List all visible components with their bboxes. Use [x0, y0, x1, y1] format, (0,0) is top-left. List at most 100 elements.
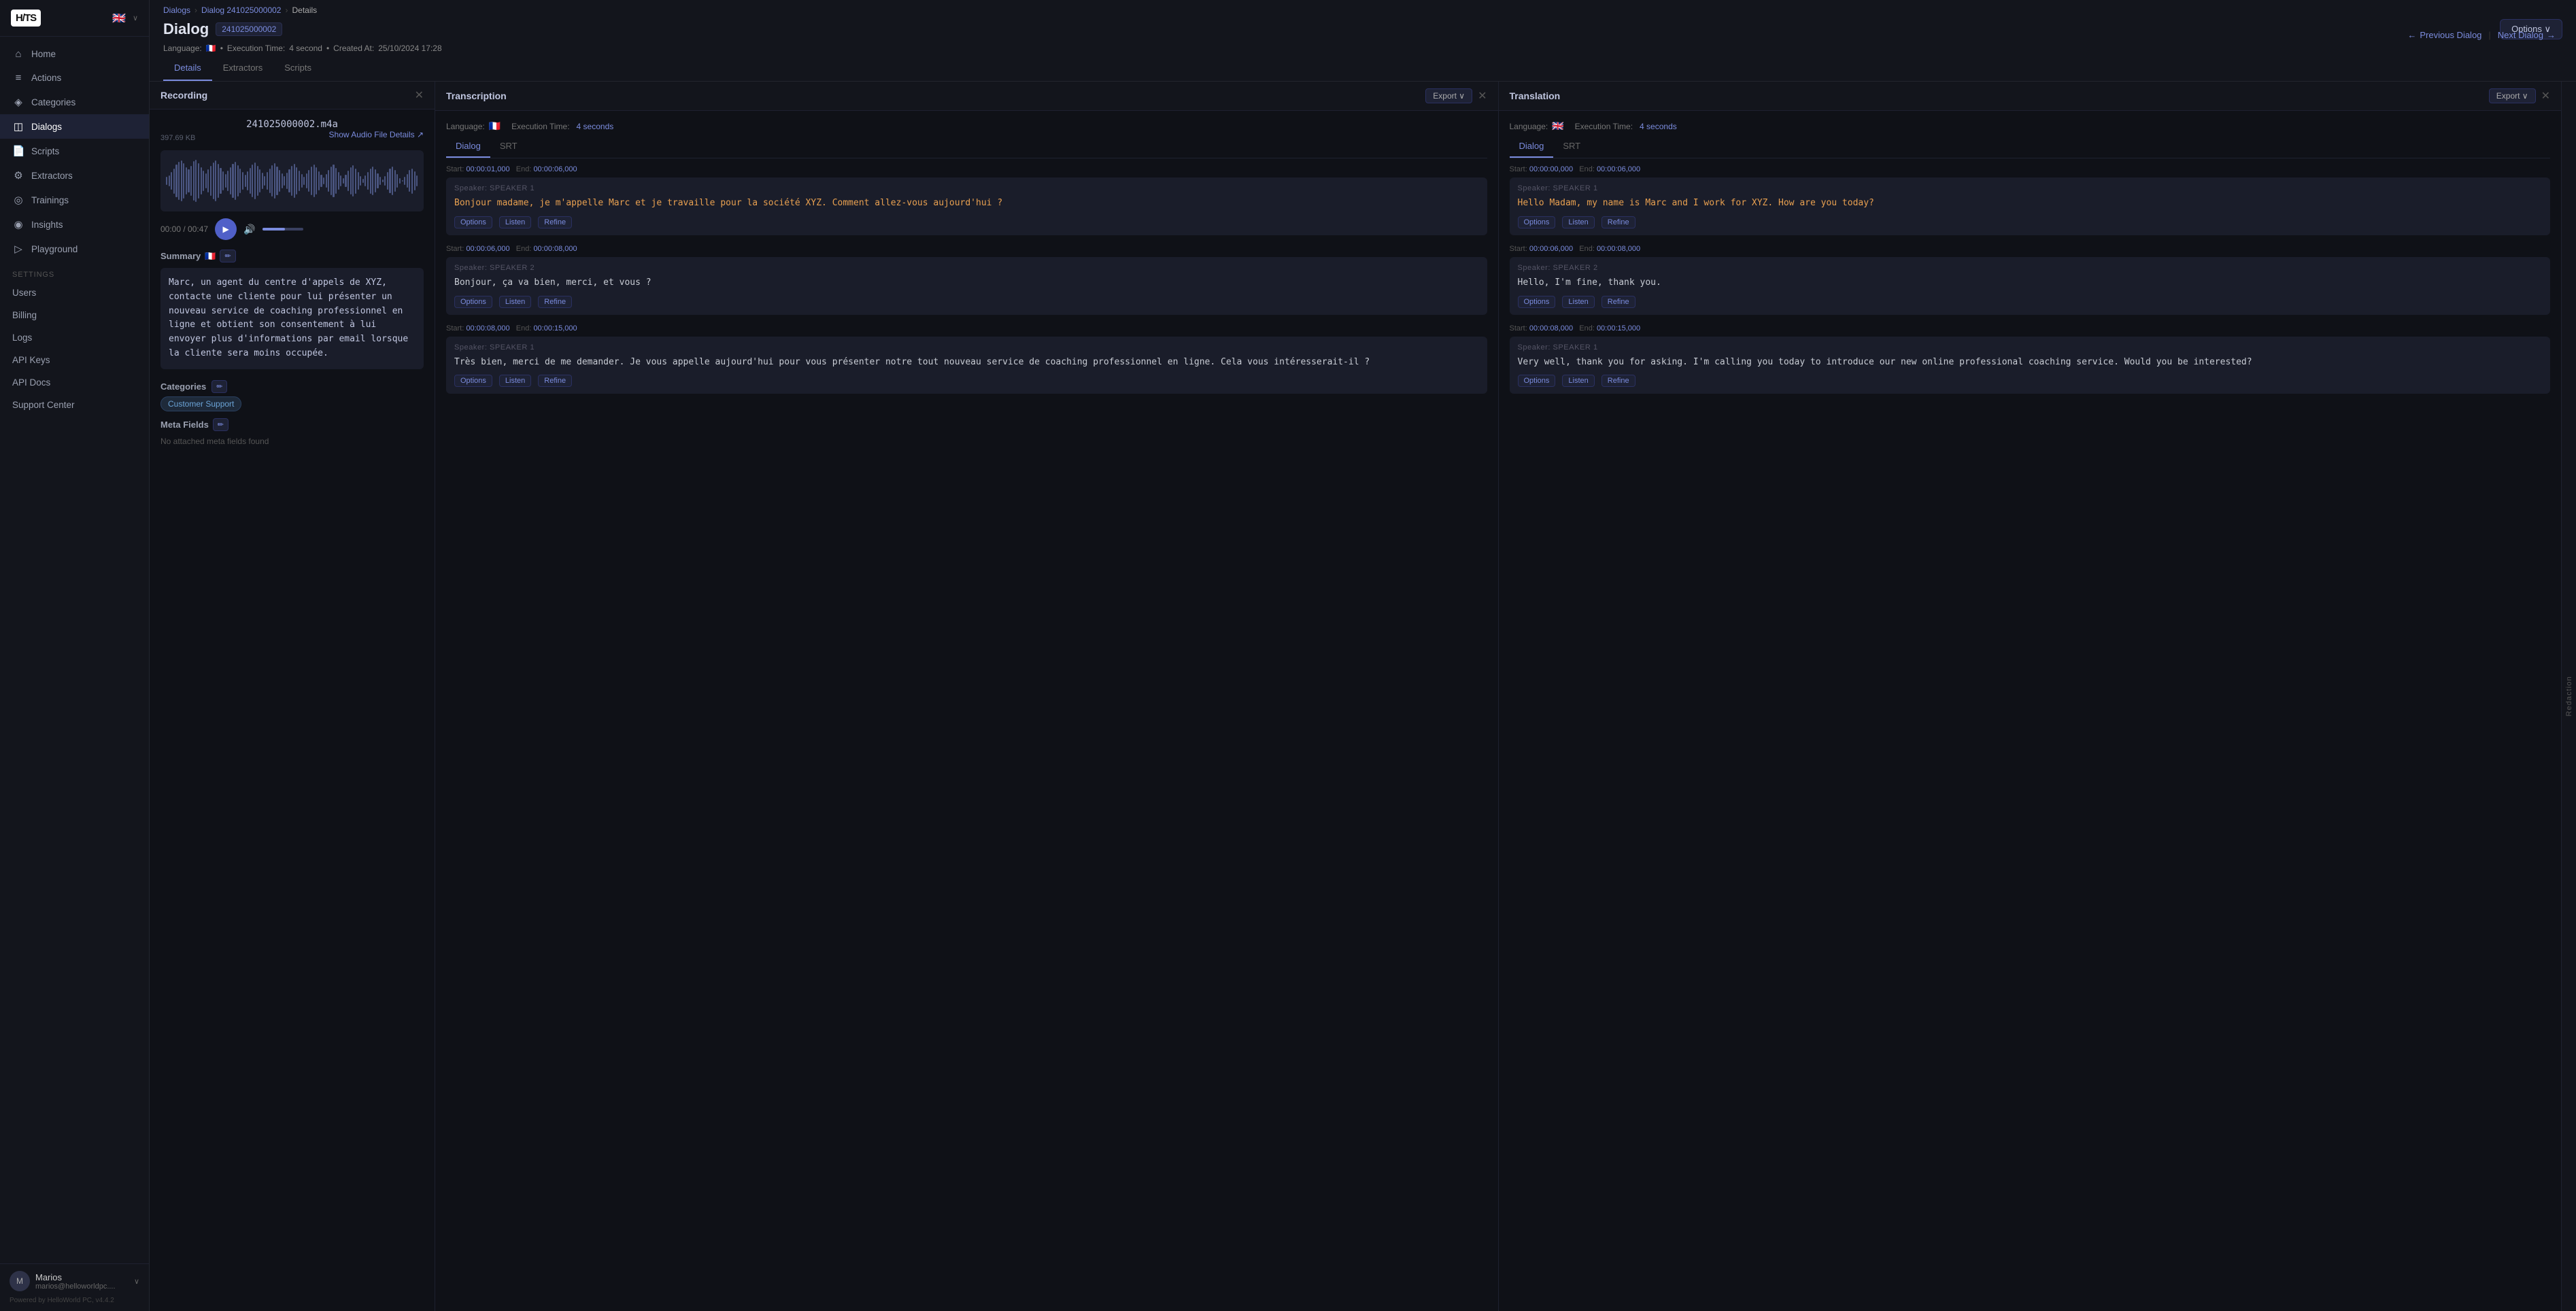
- sidebar-item-categories[interactable]: ◈ Categories: [0, 90, 149, 114]
- transcription-lang-label: Language:: [446, 122, 485, 131]
- scripts-icon: 📄: [12, 145, 24, 157]
- segment-listen-button[interactable]: Listen: [499, 375, 531, 387]
- speaker-label: Speaker: SPEAKER 2: [1518, 264, 2543, 272]
- meta-fields-edit-button[interactable]: ✏: [213, 418, 228, 431]
- user-row[interactable]: M Marios marios@helloworldpc.... ∨: [10, 1271, 139, 1291]
- segment-options-button[interactable]: Options: [454, 216, 492, 228]
- transcription-panel-close-icon[interactable]: ✕: [1478, 89, 1487, 103]
- translation-segment-3: Start: 00:00:08,000 End: 00:00:15,000 Sp…: [1510, 324, 2551, 394]
- summary-label: Summary: [160, 251, 201, 261]
- home-icon: ⌂: [12, 48, 24, 60]
- segment-refine-button[interactable]: Refine: [538, 296, 572, 308]
- segment-listen-button[interactable]: Listen: [499, 216, 531, 228]
- categories-section: Categories ✏: [160, 380, 424, 393]
- segment-options-button[interactable]: Options: [1518, 216, 1556, 228]
- sidebar-item-api-docs[interactable]: API Docs: [0, 371, 149, 394]
- breadcrumb-dialog-id[interactable]: Dialog 241025000002: [201, 5, 281, 15]
- avatar: M: [10, 1271, 30, 1291]
- transcription-tabs: Dialog SRT: [446, 137, 1487, 158]
- sidebar-item-playground[interactable]: ▷ Playground: [0, 237, 149, 261]
- translation-tab-dialog[interactable]: Dialog: [1510, 137, 1554, 158]
- breadcrumb: Dialogs › Dialog 241025000002 › Details: [163, 5, 2562, 15]
- speaker-label: Speaker: SPEAKER 1: [454, 343, 1479, 352]
- meta-fields-section: Meta Fields ✏: [160, 418, 424, 431]
- summary-flag: 🇫🇷: [205, 251, 216, 262]
- category-tag[interactable]: Customer Support: [160, 396, 241, 411]
- sidebar-item-label: Insights: [31, 220, 63, 230]
- segment-refine-button[interactable]: Refine: [1601, 216, 1636, 228]
- sidebar-item-trainings[interactable]: ◎ Trainings: [0, 188, 149, 212]
- sidebar-item-scripts[interactable]: 📄 Scripts: [0, 139, 149, 163]
- tab-details[interactable]: Details: [163, 58, 212, 81]
- categories-icon: ◈: [12, 96, 24, 108]
- recording-filesize: 397.69 KB: [160, 134, 195, 142]
- segment-refine-button[interactable]: Refine: [1601, 296, 1636, 308]
- segment-options-button[interactable]: Options: [454, 296, 492, 308]
- user-email: marios@helloworldpc....: [35, 1282, 129, 1291]
- transcription-tab-srt[interactable]: SRT: [490, 137, 527, 158]
- segment-text: Bonjour, ça va bien, merci, et vous ?: [454, 276, 1479, 290]
- side-collapse-panel[interactable]: Redaction: [2561, 82, 2576, 1311]
- meta-lang-flag: 🇫🇷: [206, 44, 216, 53]
- sidebar-item-label: Logs: [12, 333, 32, 343]
- transcription-lang-flag: 🇫🇷: [489, 120, 501, 132]
- segment-listen-button[interactable]: Listen: [499, 296, 531, 308]
- recording-panel-close-icon[interactable]: ✕: [415, 88, 424, 102]
- time-display: 00:00 / 00:47: [160, 224, 208, 234]
- segment-box: Speaker: SPEAKER 1 Bonjour madame, je m'…: [446, 177, 1487, 235]
- chevron-down-icon[interactable]: ∨: [133, 14, 138, 22]
- segment-listen-button[interactable]: Listen: [1562, 216, 1594, 228]
- user-info: Marios marios@helloworldpc....: [35, 1272, 129, 1291]
- sidebar-item-insights[interactable]: ◉ Insights: [0, 212, 149, 237]
- segment-refine-button[interactable]: Refine: [538, 216, 572, 228]
- sidebar-item-label: Trainings: [31, 195, 69, 205]
- page-title: Dialog: [163, 20, 209, 38]
- transcription-tab-dialog[interactable]: Dialog: [446, 137, 490, 158]
- volume-slider[interactable]: [262, 228, 303, 231]
- segment-time: Start: 00:00:08,000 End: 00:00:15,000: [1510, 324, 2551, 333]
- sidebar-item-label: Users: [12, 288, 36, 298]
- playground-icon: ▷: [12, 243, 24, 255]
- sidebar-item-dialogs[interactable]: ◫ Dialogs: [0, 114, 149, 139]
- show-audio-link[interactable]: Show Audio File Details ↗: [329, 130, 424, 139]
- user-chevron-icon[interactable]: ∨: [134, 1277, 139, 1286]
- sidebar-item-actions[interactable]: ≡ Actions: [0, 66, 149, 90]
- segment-listen-button[interactable]: Listen: [1562, 296, 1594, 308]
- segment-options-button[interactable]: Options: [454, 375, 492, 387]
- sidebar-item-support[interactable]: Support Center: [0, 394, 149, 416]
- segment-actions: Options Listen Refine: [1518, 296, 2543, 308]
- translation-lang-flag: 🇬🇧: [1552, 120, 1563, 132]
- categories-edit-button[interactable]: ✏: [211, 380, 227, 393]
- sidebar-item-extractors[interactable]: ⚙ Extractors: [0, 163, 149, 188]
- user-name: Marios: [35, 1272, 129, 1282]
- tab-extractors[interactable]: Extractors: [212, 58, 274, 81]
- previous-dialog-button[interactable]: ← Previous Dialog: [2401, 27, 2488, 43]
- tab-scripts[interactable]: Scripts: [273, 58, 322, 81]
- translation-panel-close-icon[interactable]: ✕: [2541, 89, 2550, 103]
- play-button[interactable]: ▶: [215, 218, 237, 240]
- translation-export-button[interactable]: Export ∨: [2489, 88, 2536, 103]
- sidebar-item-home[interactable]: ⌂ Home: [0, 42, 149, 66]
- segment-options-button[interactable]: Options: [1518, 296, 1556, 308]
- transcription-exec-label: Execution Time:: [511, 122, 569, 131]
- summary-text: Marc, un agent du centre d'appels de XYZ…: [160, 268, 424, 369]
- segment-options-button[interactable]: Options: [1518, 375, 1556, 387]
- sidebar-item-billing[interactable]: Billing: [0, 304, 149, 326]
- next-dialog-button[interactable]: Next Dialog →: [2491, 27, 2562, 43]
- segment-text: Hello, I'm fine, thank you.: [1518, 276, 2543, 290]
- sidebar-item-users[interactable]: Users: [0, 282, 149, 304]
- segment-listen-button[interactable]: Listen: [1562, 375, 1594, 387]
- segment-refine-button[interactable]: Refine: [538, 375, 572, 387]
- summary-edit-button[interactable]: ✏: [220, 250, 235, 262]
- sidebar-item-api-keys[interactable]: API Keys: [0, 349, 149, 371]
- segment-time: Start: 00:00:00,000 End: 00:00:06,000: [1510, 165, 2551, 173]
- segment-refine-button[interactable]: Refine: [1601, 375, 1636, 387]
- sidebar-item-logs[interactable]: Logs: [0, 326, 149, 349]
- translation-tab-srt[interactable]: SRT: [1553, 137, 1590, 158]
- sidebar-item-label: Scripts: [31, 146, 59, 156]
- actions-icon: ≡: [12, 72, 24, 84]
- breadcrumb-dialogs[interactable]: Dialogs: [163, 5, 190, 15]
- lang-flag[interactable]: 🇬🇧: [112, 12, 126, 25]
- segment-actions: Options Listen Refine: [1518, 375, 2543, 387]
- transcription-export-button[interactable]: Export ∨: [1425, 88, 1472, 103]
